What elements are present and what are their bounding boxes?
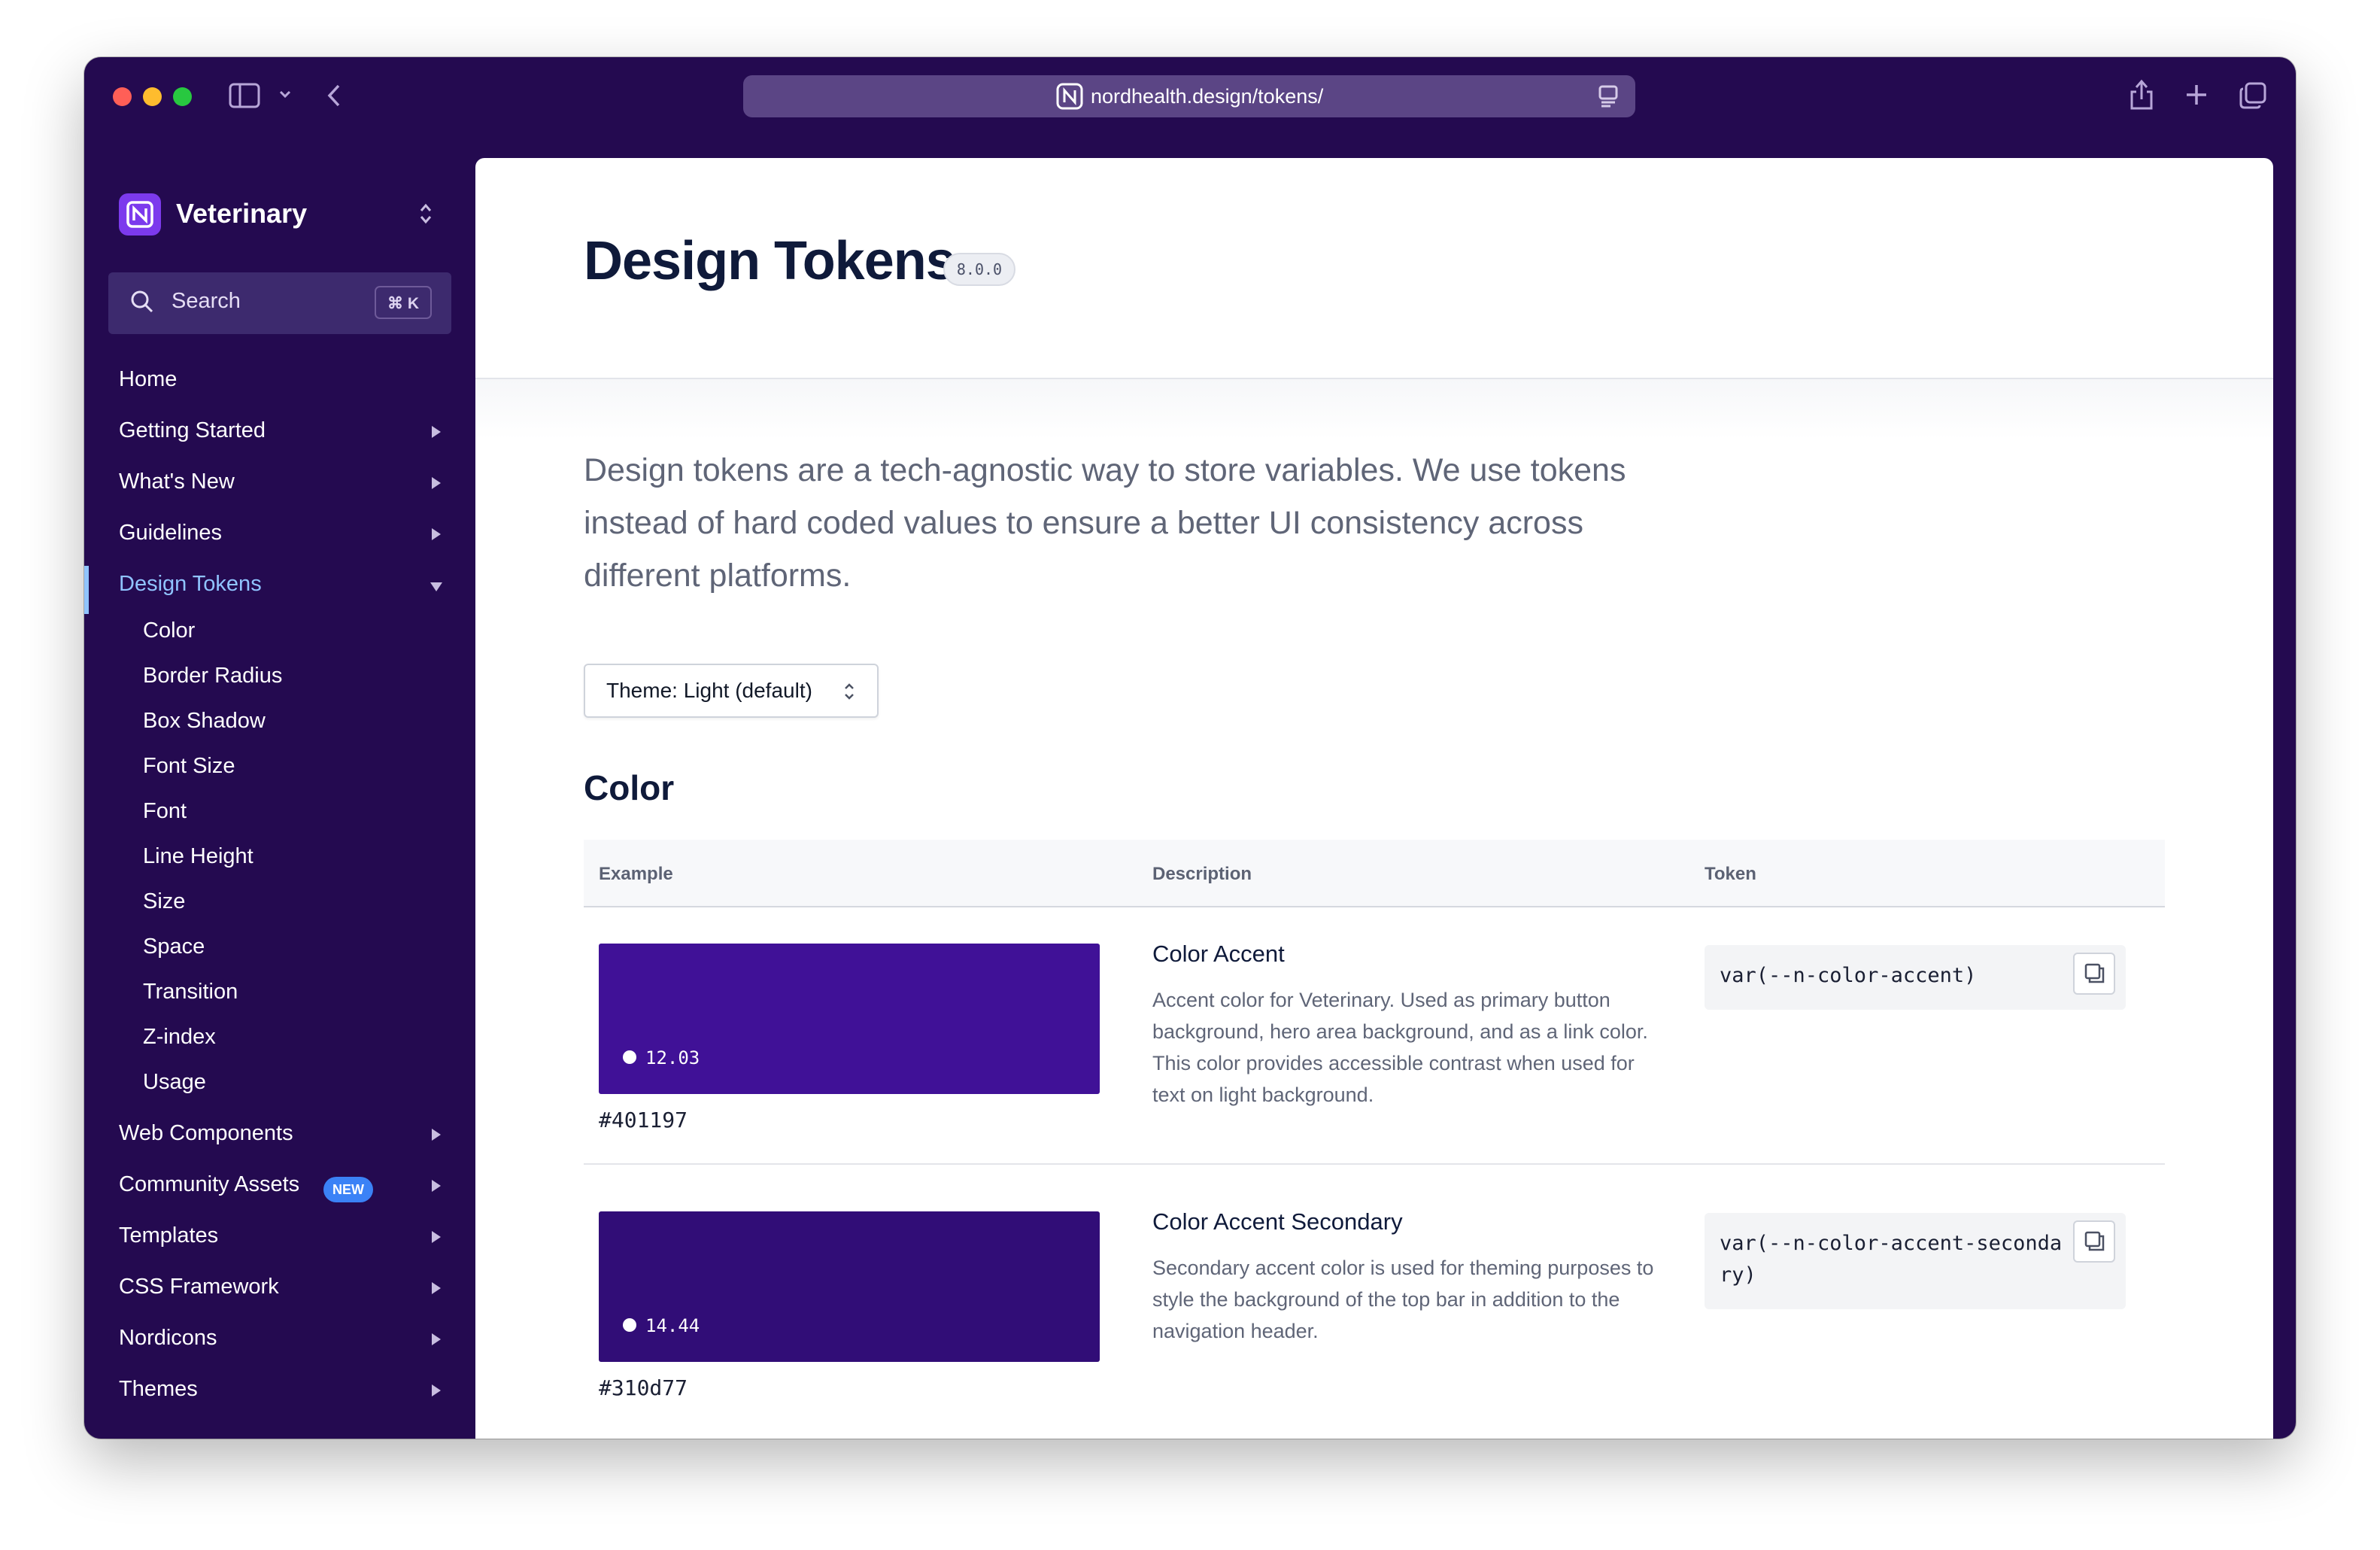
table-header: Example Description Token [584, 840, 2165, 907]
sidebar-subitem-box-shadow[interactable]: Box Shadow [143, 709, 266, 734]
sidebar-item-getting-started[interactable]: Getting Started [119, 418, 266, 443]
search-shortcut: ⌘ K [375, 286, 432, 319]
lead-paragraph: Design tokens are a tech-agnostic way to… [584, 452, 1626, 594]
active-indicator [84, 566, 89, 614]
color-hex: #310d77 [599, 1375, 688, 1400]
chevron-right-icon[interactable] [432, 426, 441, 438]
tab-overview-icon[interactable] [2239, 81, 2267, 110]
sidebar-item-design-tokens[interactable]: Design Tokens [119, 572, 262, 597]
sidebar-subitem-z-index[interactable]: Z-index [143, 1025, 216, 1050]
sidebar-subitem-font[interactable]: Font [143, 799, 187, 824]
reader-mode-icon[interactable] [1598, 84, 1619, 108]
new-badge: NEW [323, 1177, 373, 1202]
new-tab-icon[interactable] [2184, 83, 2208, 107]
sidebar-item-nordicons[interactable]: Nordicons [119, 1326, 217, 1351]
sidebar-item-css-framework[interactable]: CSS Framework [119, 1275, 279, 1299]
section-title: Color [584, 768, 675, 807]
token-value[interactable]: var(--n-color-accent-secondary) [1720, 1228, 2073, 1291]
token-name: Color Accent Secondary [1152, 1208, 1403, 1235]
token-description: Secondary accent color is used for themi… [1152, 1257, 1654, 1342]
token-description: Accent color for Veterinary. Used as pri… [1152, 989, 1648, 1106]
token-value[interactable]: var(--n-color-accent) [1720, 960, 2073, 992]
chevron-down-icon[interactable] [430, 582, 442, 591]
color-hex: #401197 [599, 1108, 688, 1132]
close-window-button[interactable] [113, 87, 132, 106]
sidebar-subitem-line-height[interactable]: Line Height [143, 844, 253, 869]
column-header-example: Example [599, 864, 673, 884]
sidebar-item-templates[interactable]: Templates [119, 1223, 218, 1248]
contrast-ratio: 12.03 [645, 1047, 700, 1068]
chevron-right-icon[interactable] [432, 1129, 441, 1141]
minimize-window-button[interactable] [143, 87, 162, 106]
chevron-right-icon[interactable] [432, 1231, 441, 1243]
contrast-dot [623, 1050, 636, 1064]
chevron-right-icon[interactable] [432, 1333, 441, 1345]
sidebar-item-community-assets[interactable]: Community Assets [119, 1172, 299, 1197]
brand-logo[interactable] [119, 193, 161, 236]
color-swatch: 12.03 [599, 944, 1100, 1094]
page-title: Design Tokens [584, 231, 956, 291]
theme-select-value: Theme: Light (default) [606, 679, 812, 702]
chevron-down-icon[interactable] [278, 89, 292, 99]
url-text[interactable]: nordhealth.design/tokens/ [1091, 84, 1323, 109]
back-icon[interactable] [326, 83, 343, 108]
search-label: Search [172, 289, 241, 313]
theme-select[interactable]: Theme: Light (default) [584, 664, 879, 718]
select-arrows-icon [842, 680, 856, 703]
sidebar-subitem-usage[interactable]: Usage [143, 1070, 206, 1095]
sidebar-item-whats-new[interactable]: What's New [119, 470, 235, 494]
switch-brand-icon[interactable] [418, 202, 433, 226]
chevron-right-icon[interactable] [432, 1180, 441, 1192]
copy-button[interactable] [2073, 953, 2115, 995]
copy-icon [2084, 963, 2105, 983]
sidebar-item-guidelines[interactable]: Guidelines [119, 521, 222, 546]
color-swatch: 14.44 [599, 1211, 1100, 1362]
sidebar-subitem-color[interactable]: Color [143, 618, 195, 643]
search-icon [129, 289, 155, 315]
sidebar-item-themes[interactable]: Themes [119, 1377, 198, 1402]
copy-icon [2084, 1231, 2105, 1251]
copy-button[interactable] [2073, 1220, 2115, 1263]
share-icon[interactable] [2129, 78, 2154, 111]
row-divider [584, 1163, 2165, 1165]
chevron-right-icon[interactable] [432, 477, 441, 489]
sidebar-toggle-icon[interactable] [229, 83, 260, 108]
divider-fade [475, 379, 2273, 439]
contrast-ratio: 14.44 [645, 1315, 700, 1336]
sidebar-item-home[interactable]: Home [119, 367, 177, 392]
column-header-description: Description [1152, 864, 1252, 884]
contrast-dot [623, 1318, 636, 1332]
token-code-block: var(--n-color-accent) [1705, 945, 2126, 1010]
chevron-right-icon[interactable] [432, 1384, 441, 1397]
token-name: Color Accent [1152, 941, 1285, 967]
column-header-token: Token [1705, 864, 1756, 884]
sidebar-item-web-components[interactable]: Web Components [119, 1121, 293, 1146]
sidebar-subitem-size[interactable]: Size [143, 889, 185, 914]
brand-name[interactable]: Veterinary [176, 198, 307, 229]
sidebar-subitem-space[interactable]: Space [143, 935, 205, 959]
token-code-block: var(--n-color-accent-secondary) [1705, 1213, 2126, 1309]
sidebar-subitem-border-radius[interactable]: Border Radius [143, 664, 282, 688]
site-favicon-icon [1056, 83, 1083, 110]
chevron-right-icon[interactable] [432, 1282, 441, 1294]
sidebar-subitem-transition[interactable]: Transition [143, 980, 238, 1004]
chevron-right-icon[interactable] [432, 528, 441, 540]
zoom-window-button[interactable] [173, 87, 192, 106]
version-badge: 8.0.0 [943, 253, 1015, 286]
sidebar-subitem-font-size[interactable]: Font Size [143, 754, 235, 779]
main-content: Design Tokens 8.0.0 Design tokens are a … [475, 158, 2273, 1439]
